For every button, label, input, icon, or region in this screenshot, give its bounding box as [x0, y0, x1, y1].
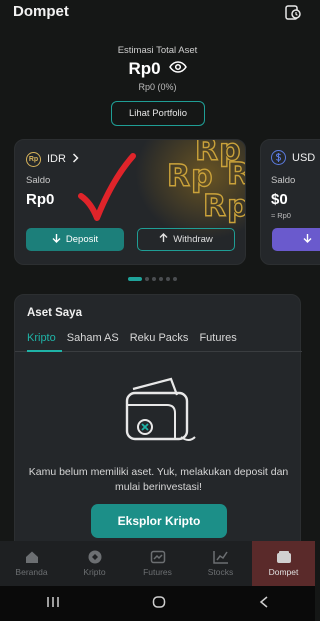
- nav-label: Stocks: [207, 567, 234, 577]
- balance-label: Saldo: [26, 175, 51, 186]
- deposit-button[interactable]: Deposit: [26, 228, 124, 251]
- carousel-dot[interactable]: [128, 277, 142, 281]
- balance-value: $0: [271, 191, 288, 208]
- back-icon[interactable]: [259, 595, 269, 613]
- arrow-down-icon: [303, 233, 312, 246]
- wallet-icon: [276, 550, 292, 564]
- nav-label: Dompet: [268, 567, 299, 577]
- carousel-dot[interactable]: [145, 277, 149, 281]
- nav-label: Futures: [143, 567, 172, 577]
- nav-futures[interactable]: Futures: [126, 541, 189, 586]
- home-icon: [24, 550, 40, 564]
- currency-selector[interactable]: Rp IDR: [26, 150, 79, 168]
- carousel-dot[interactable]: [166, 277, 170, 281]
- check-mark-annotation: [77, 150, 137, 222]
- idr-balance-card[interactable]: Rp Rp Rp Rp Rp IDR Saldo Rp0 Deposit Wit…: [14, 139, 246, 265]
- empty-state-text: Kamu belum memiliki aset. Yuk, melakukan…: [28, 466, 289, 493]
- nav-kripto[interactable]: Kripto: [63, 541, 126, 586]
- view-portfolio-button[interactable]: Lihat Portfolio: [111, 101, 205, 126]
- nav-dompet[interactable]: Dompet: [252, 541, 315, 586]
- card-decoration-text: Rp: [166, 159, 214, 194]
- dollar-icon: [271, 150, 286, 165]
- currency-label: USD: [292, 151, 316, 164]
- eye-icon[interactable]: [168, 60, 187, 78]
- carousel-dot[interactable]: [173, 277, 177, 281]
- withdraw-label: Withdraw: [173, 234, 213, 245]
- balance-label: Saldo: [271, 175, 296, 186]
- balance-sub: ≈ Rp0: [271, 211, 291, 220]
- total-asset-label: Estimasi Total Aset: [117, 45, 198, 56]
- empty-wallet-illustration: [119, 375, 199, 447]
- system-navigation-bar: [0, 586, 315, 621]
- nav-label: Kripto: [83, 567, 106, 577]
- usd-balance-card[interactable]: USD Saldo $0 ≈ Rp0: [260, 139, 320, 265]
- tab-saham-as[interactable]: Saham AS: [67, 332, 119, 350]
- nav-label: Beranda: [15, 567, 48, 577]
- card-decoration-text: Rp: [226, 159, 245, 190]
- total-asset-row: Rp0: [0, 59, 315, 79]
- crypto-icon: [87, 550, 103, 564]
- tab-kripto[interactable]: Kripto: [27, 332, 56, 350]
- nav-stocks[interactable]: Stocks: [189, 541, 252, 586]
- stocks-icon: [212, 550, 229, 564]
- futures-icon: [150, 550, 166, 564]
- history-icon[interactable]: [284, 3, 302, 21]
- total-asset-change: Rp0 (0%): [138, 82, 177, 92]
- withdraw-button[interactable]: Withdraw: [137, 228, 235, 251]
- total-asset-value: Rp0: [128, 59, 161, 78]
- arrow-down-icon: [52, 233, 61, 246]
- active-tab-indicator: [27, 350, 62, 352]
- assets-title: Aset Saya: [27, 307, 82, 319]
- arrow-up-icon: [159, 233, 168, 246]
- tab-futures[interactable]: Futures: [199, 332, 236, 350]
- tab-reku-packs[interactable]: Reku Packs: [130, 332, 189, 350]
- nav-beranda[interactable]: Beranda: [0, 541, 63, 586]
- carousel-dot[interactable]: [152, 277, 156, 281]
- card-decoration-text: Rp: [202, 189, 246, 224]
- carousel-dot[interactable]: [159, 277, 163, 281]
- carousel-indicator: [128, 277, 177, 281]
- deposit-label: Deposit: [65, 234, 99, 245]
- asset-tabs: Kripto Saham AS Reku Packs Futures: [27, 332, 237, 350]
- currency-label: IDR: [47, 153, 66, 165]
- deposit-button[interactable]: [272, 228, 320, 251]
- recent-apps-icon[interactable]: [46, 595, 60, 613]
- my-assets-panel: Aset Saya Kripto Saham AS Reku Packs Fut…: [14, 294, 302, 554]
- rupiah-icon: Rp: [26, 151, 41, 167]
- balance-value: Rp0: [26, 191, 55, 208]
- explore-crypto-button[interactable]: Eksplor Kripto: [91, 504, 227, 538]
- currency-selector[interactable]: USD: [271, 150, 315, 165]
- page-title: Dompet: [13, 3, 69, 20]
- bottom-navigation: Beranda Kripto Futures Stocks Dompet: [0, 541, 315, 586]
- home-button-icon[interactable]: [152, 595, 166, 613]
